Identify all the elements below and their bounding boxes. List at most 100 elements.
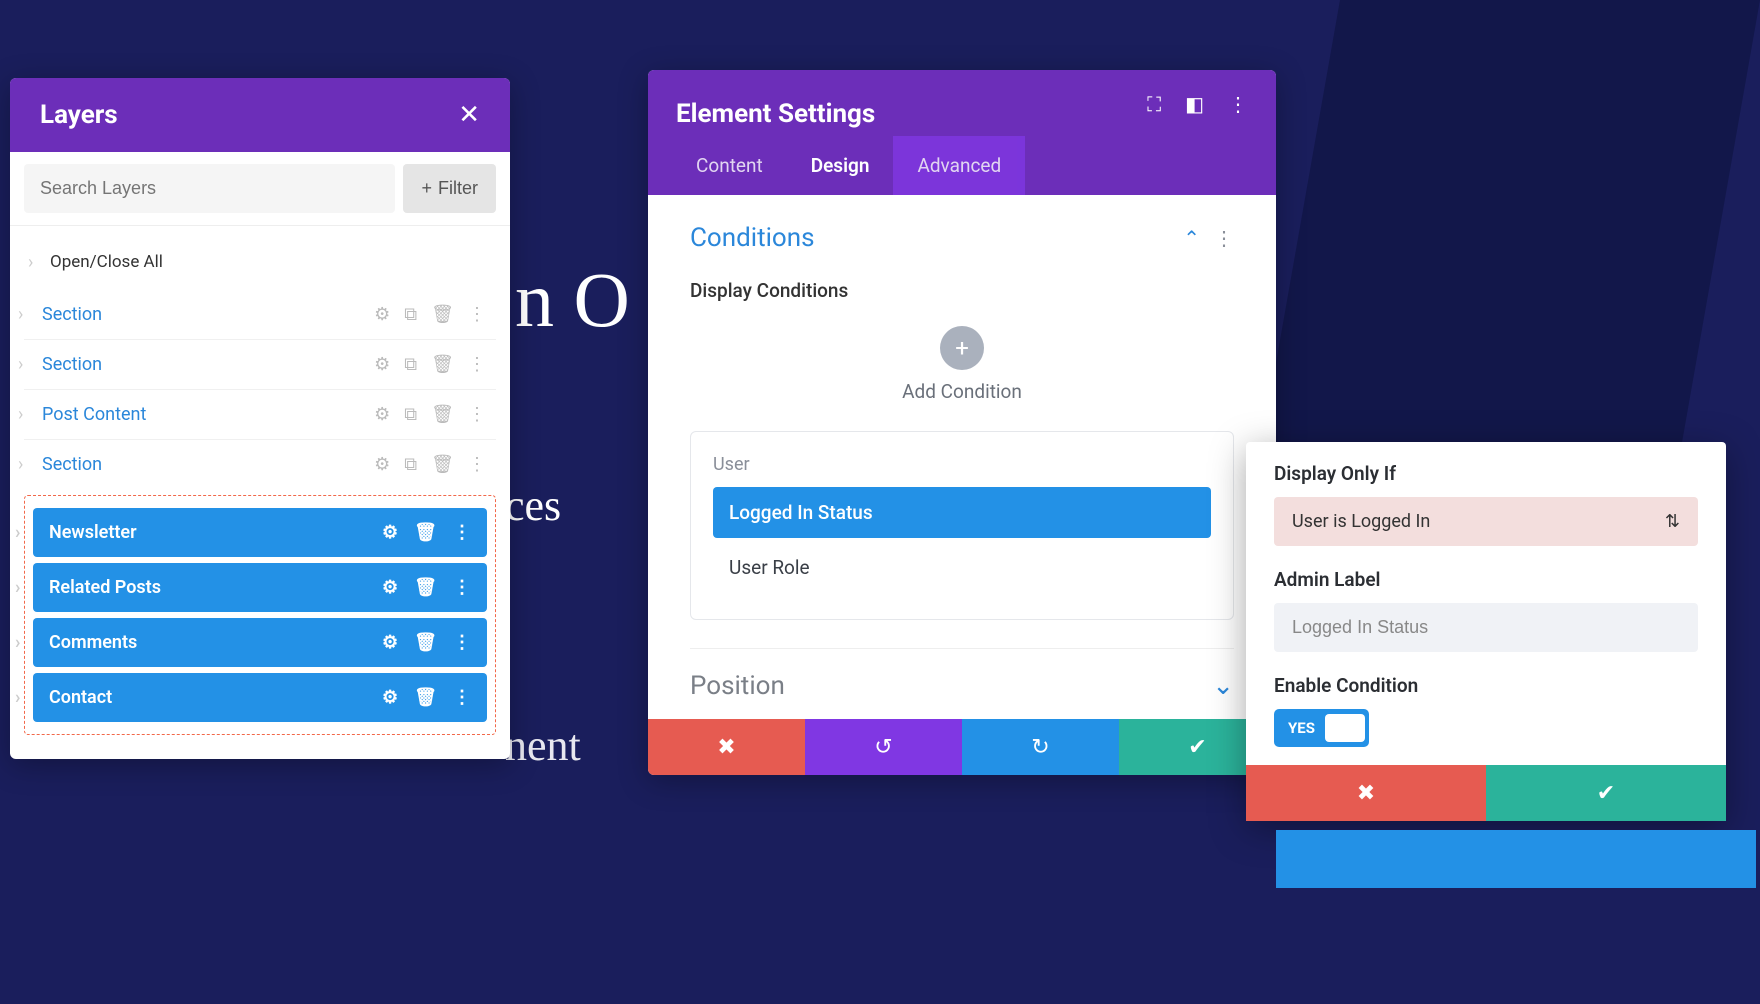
layer-row[interactable]: Section ⚙ ⧉ 🗑 ⋮ — [24, 440, 496, 489]
cancel-button[interactable]: ✖ — [648, 719, 805, 775]
filter-button[interactable]: + Filter — [403, 164, 496, 213]
settings-content: Conditions ⌃ ⋮ Display Conditions + Add … — [648, 195, 1276, 719]
gear-icon[interactable]: ⚙ — [382, 522, 398, 543]
layer-actions: ⚙ ⧉ 🗑 ⋮ — [374, 404, 486, 425]
display-only-if-label: Display Only If — [1274, 462, 1698, 485]
background-text-2: ces — [505, 480, 561, 531]
condition-group-label: User — [713, 454, 1211, 475]
more-icon[interactable]: ⋮ — [453, 632, 471, 653]
gear-icon[interactable]: ⚙ — [374, 404, 390, 425]
layers-panel: Layers ✕ + Filter Open/Close All Section… — [10, 78, 510, 759]
enable-condition-label: Enable Condition — [1274, 674, 1698, 697]
gear-icon[interactable]: ⚙ — [382, 577, 398, 598]
condition-detail-popup: Display Only If User is Logged In ⇅ Admi… — [1246, 442, 1726, 821]
selected-layer-row[interactable]: Newsletter ⚙ 🗑 ⋮ — [33, 508, 487, 557]
drag-icon[interactable]: ⛶ — [1147, 92, 1161, 116]
add-condition-label: Add Condition — [690, 380, 1234, 403]
open-close-all[interactable]: Open/Close All — [24, 244, 496, 290]
duplicate-icon[interactable]: ⧉ — [404, 304, 417, 325]
layer-label: Section — [42, 454, 374, 475]
more-icon[interactable]: ⋮ — [468, 304, 486, 325]
layer-actions: ⚙ ⧉ 🗑 ⋮ — [374, 354, 486, 375]
settings-title: Element Settings — [676, 99, 1147, 129]
close-icon[interactable]: ✕ — [458, 100, 480, 130]
admin-label-input[interactable] — [1274, 603, 1698, 652]
enable-condition-toggle[interactable]: YES — [1274, 709, 1369, 747]
filter-label: Filter — [438, 178, 478, 199]
trash-icon[interactable]: 🗑 — [431, 404, 454, 425]
background-text-3: nent — [505, 720, 581, 771]
gear-icon[interactable]: ⚙ — [374, 454, 390, 475]
gear-icon[interactable]: ⚙ — [382, 687, 398, 708]
more-icon[interactable]: ⋮ — [468, 404, 486, 425]
layer-actions: ⚙ ⧉ 🗑 ⋮ — [374, 454, 486, 475]
layer-label: Contact — [49, 687, 382, 708]
trash-icon[interactable]: 🗑 — [414, 632, 437, 653]
more-icon[interactable]: ⋮ — [453, 577, 471, 598]
condition-option-logged-in[interactable]: Logged In Status — [713, 487, 1211, 538]
layer-label: Newsletter — [49, 522, 382, 543]
trash-icon[interactable]: 🗑 — [431, 304, 454, 325]
layer-row[interactable]: Section ⚙ ⧉ 🗑 ⋮ — [24, 340, 496, 390]
toggle-yes-label: YES — [1278, 713, 1325, 743]
tab-advanced[interactable]: Advanced — [893, 136, 1025, 195]
add-condition: + Add Condition — [690, 326, 1234, 403]
layer-label: Comments — [49, 632, 382, 653]
search-input[interactable] — [24, 164, 395, 213]
chevron-down-icon: ⌄ — [1212, 671, 1234, 701]
trash-icon[interactable]: 🗑 — [414, 577, 437, 598]
selected-layer-row[interactable]: Contact ⚙ 🗑 ⋮ — [33, 673, 487, 722]
trash-icon[interactable]: 🗑 — [414, 687, 437, 708]
conditions-title: Conditions — [690, 223, 815, 253]
tab-design[interactable]: Design — [787, 136, 894, 195]
admin-label-label: Admin Label — [1274, 568, 1698, 591]
gear-icon[interactable]: ⚙ — [374, 304, 390, 325]
layout-icon[interactable]: ◧ — [1185, 92, 1204, 116]
layer-row[interactable]: Post Content ⚙ ⧉ 🗑 ⋮ — [24, 390, 496, 440]
conditions-section-header[interactable]: Conditions ⌃ ⋮ — [690, 223, 1234, 271]
tab-content[interactable]: Content — [672, 136, 787, 195]
more-icon[interactable]: ⋮ — [1228, 92, 1248, 116]
settings-header: Element Settings ⛶ ◧ ⋮ — [648, 70, 1276, 136]
layers-body: Open/Close All Section ⚙ ⧉ 🗑 ⋮ Section ⚙… — [10, 226, 510, 759]
condition-card: User Logged In Status User Role — [690, 431, 1234, 620]
undo-button[interactable]: ↺ — [805, 719, 962, 775]
settings-footer: ✖ ↺ ↻ ✔ — [648, 719, 1276, 775]
position-section-header[interactable]: Position ⌄ — [690, 648, 1234, 701]
more-icon[interactable]: ⋮ — [468, 454, 486, 475]
position-title: Position — [690, 671, 785, 701]
condition-detail-footer: ✖ ✔ — [1246, 765, 1726, 821]
select-value: User is Logged In — [1292, 511, 1430, 532]
selected-layer-row[interactable]: Comments ⚙ 🗑 ⋮ — [33, 618, 487, 667]
add-condition-button[interactable]: + — [940, 326, 984, 370]
gear-icon[interactable]: ⚙ — [382, 632, 398, 653]
layers-search-row: + Filter — [10, 152, 510, 226]
trash-icon[interactable]: 🗑 — [431, 454, 454, 475]
condition-cancel-button[interactable]: ✖ — [1246, 765, 1486, 821]
layer-label: Section — [42, 354, 374, 375]
condition-confirm-button[interactable]: ✔ — [1486, 765, 1726, 821]
plus-icon: + — [421, 178, 432, 199]
trash-icon[interactable]: 🗑 — [431, 354, 454, 375]
gear-icon[interactable]: ⚙ — [374, 354, 390, 375]
more-icon[interactable]: ⋮ — [453, 687, 471, 708]
layer-actions: ⚙ ⧉ 🗑 ⋮ — [374, 304, 486, 325]
blue-bar — [1276, 830, 1756, 888]
duplicate-icon[interactable]: ⧉ — [404, 404, 417, 425]
duplicate-icon[interactable]: ⧉ — [404, 354, 417, 375]
toggle-handle — [1325, 714, 1365, 742]
layer-label: Section — [42, 304, 374, 325]
layer-label: Post Content — [42, 404, 374, 425]
selected-layer-row[interactable]: Related Posts ⚙ 🗑 ⋮ — [33, 563, 487, 612]
more-icon[interactable]: ⋮ — [453, 522, 471, 543]
element-settings-panel: Element Settings ⛶ ◧ ⋮ Content Design Ad… — [648, 70, 1276, 775]
condition-option-user-role[interactable]: User Role — [713, 542, 1211, 593]
more-icon[interactable]: ⋮ — [1214, 226, 1234, 250]
redo-button[interactable]: ↻ — [962, 719, 1119, 775]
more-icon[interactable]: ⋮ — [468, 354, 486, 375]
trash-icon[interactable]: 🗑 — [414, 522, 437, 543]
chevron-up-icon[interactable]: ⌃ — [1183, 226, 1200, 250]
layer-row[interactable]: Section ⚙ ⧉ 🗑 ⋮ — [24, 290, 496, 340]
display-only-if-select[interactable]: User is Logged In ⇅ — [1274, 497, 1698, 546]
duplicate-icon[interactable]: ⧉ — [404, 454, 417, 475]
